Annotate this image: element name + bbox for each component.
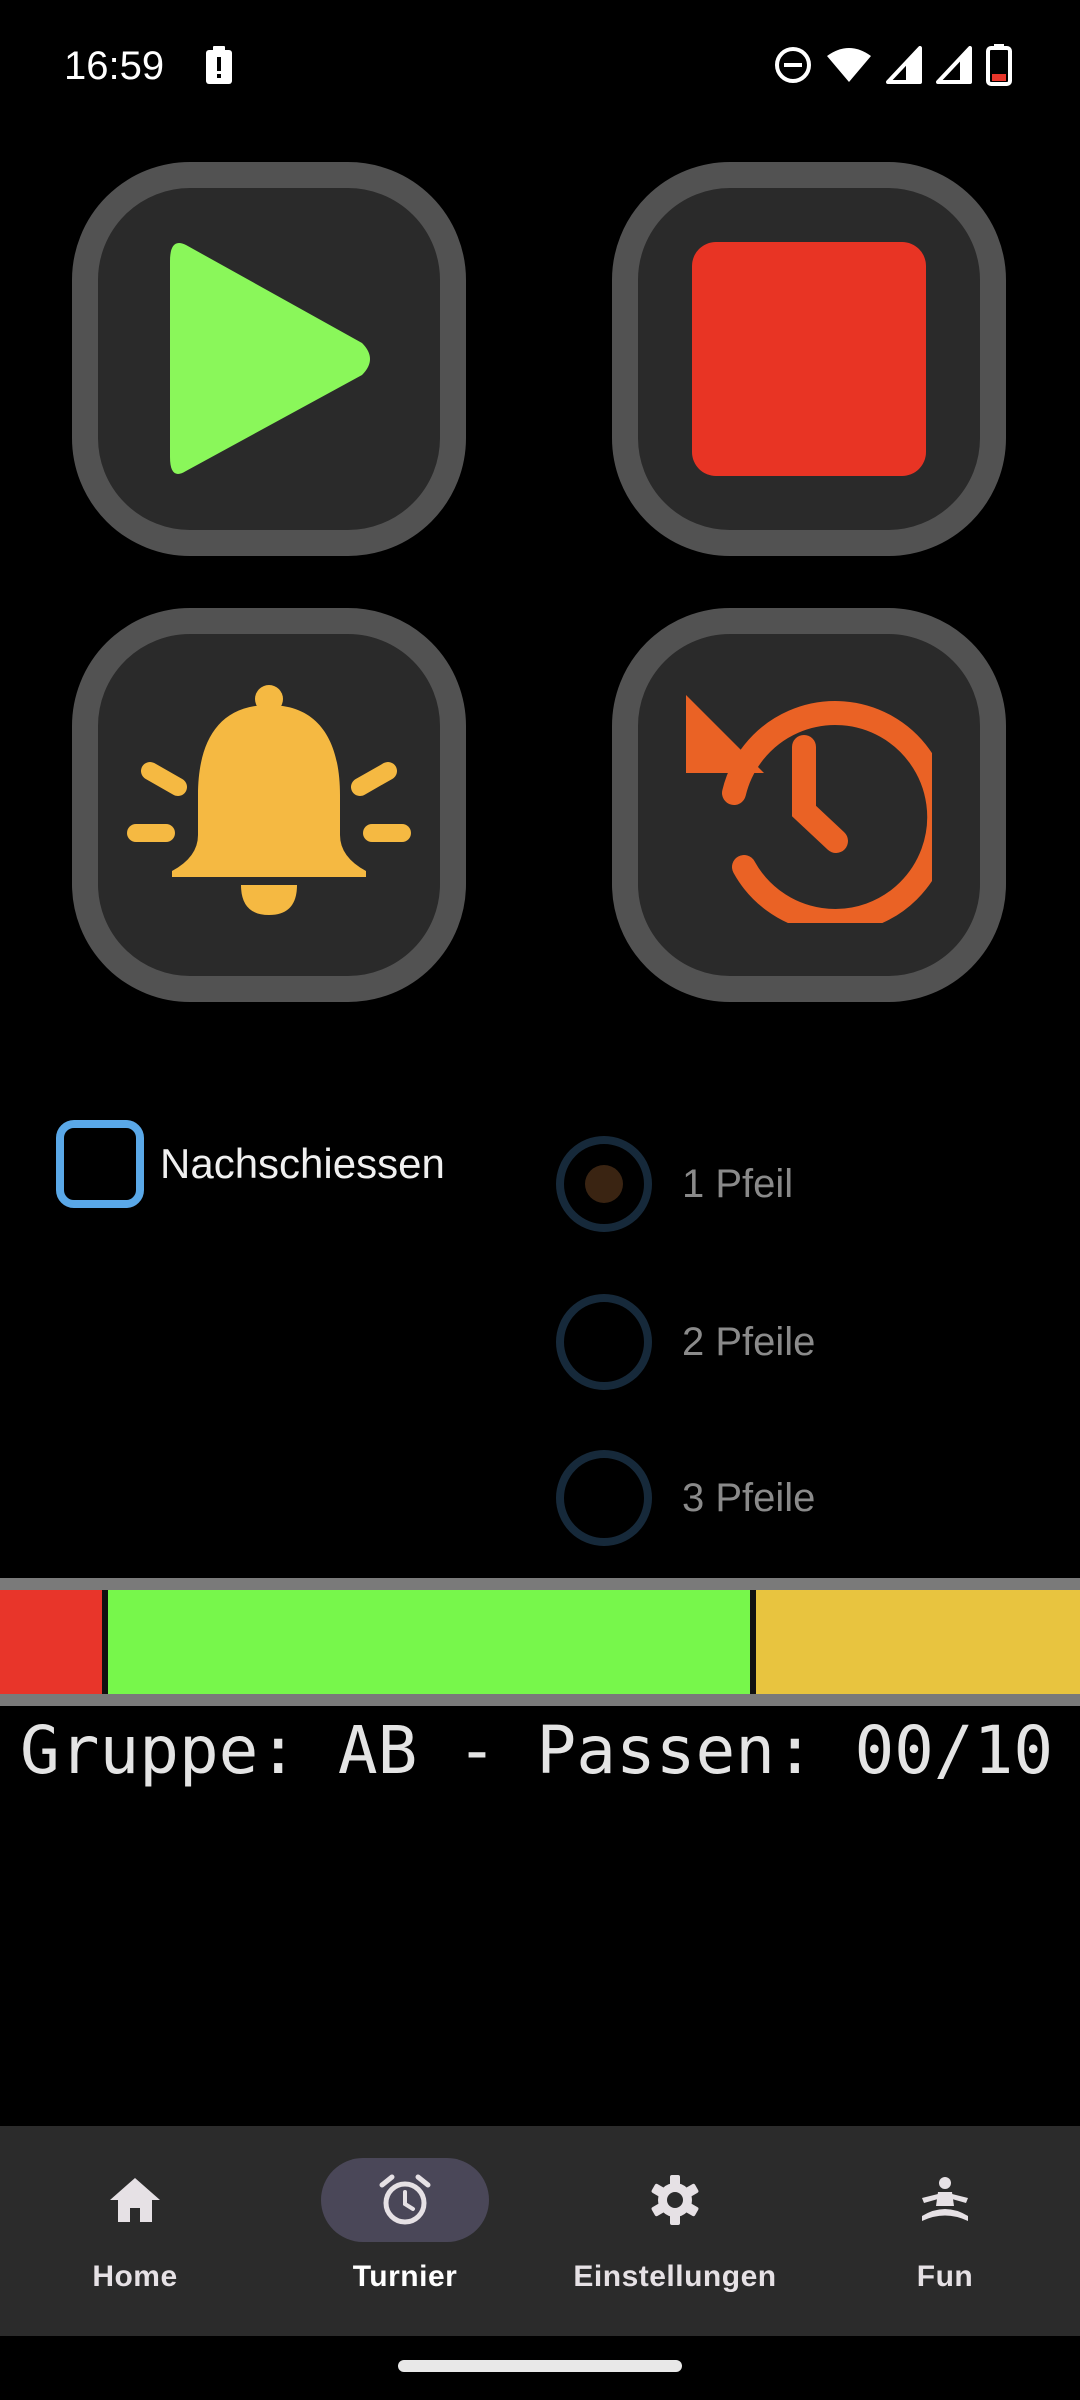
timer-segment-green [108,1590,750,1694]
alert-icon [206,46,232,84]
radio-1-pfeil[interactable]: 1 Pfeil [556,1136,793,1232]
status-time: 16:59 [64,44,165,88]
meditation-icon [922,2177,968,2221]
radio-3-pfeile[interactable]: 3 Pfeile [556,1450,815,1546]
app-screen: 16:59 Nachschiessen 1 Pfeil 2 Pfeile 3 P… [0,0,1080,2400]
signal-icon [886,46,922,84]
nav-icon-container [591,2158,759,2242]
checkbox-box[interactable] [56,1120,144,1208]
nav-icon-container [861,2158,1029,2242]
alarm-clock-icon [379,2174,431,2225]
nav-label-home: Home [92,2260,178,2293]
stop-icon [692,242,926,476]
status-icons [774,44,1012,86]
nav-label-turnier: Turnier [352,2260,458,2293]
nachschiessen-checkbox[interactable]: Nachschiessen [56,1120,445,1208]
nav-item-einstellungen[interactable]: Einstellungen [540,2126,810,2336]
radio-2-pfeile[interactable]: 2 Pfeile [556,1294,815,1390]
nav-item-home[interactable]: Home [0,2126,270,2336]
radio-dot [585,1165,623,1203]
status-bar: 16:59 [0,0,1080,140]
signal-icon [936,46,972,84]
nav-icon-container [51,2158,219,2242]
radio-button[interactable] [556,1450,652,1546]
reset-button[interactable] [612,608,1006,1002]
play-icon [170,243,370,474]
wifi-icon [827,48,871,82]
radio-button[interactable] [556,1294,652,1390]
nav-item-fun[interactable]: Fun [810,2126,1080,2336]
play-button[interactable] [72,162,466,556]
timer-bar [0,1578,1080,1706]
nav-item-turnier[interactable]: Turnier [270,2126,540,2336]
gear-icon [651,2175,699,2225]
timer-segment-yellow [756,1590,1080,1694]
nav-icon-container-active [321,2158,489,2242]
nav-label-einstellungen: Einstellungen [573,2260,777,2293]
bell-icon [127,685,411,915]
radio-label: 1 Pfeil [682,1161,794,1206]
radio-label: 2 Pfeile [682,1319,816,1364]
timer-segment-red [0,1590,102,1694]
do-not-disturb-icon [775,47,811,83]
bottom-navigation: Home Turnier Einstellungen Fun [0,2126,1080,2336]
bell-button[interactable] [72,608,466,1002]
checkbox-label: Nachschiessen [160,1140,445,1187]
home-gesture-bar[interactable] [398,2360,682,2372]
stop-button[interactable] [612,162,1006,556]
nav-label-fun: Fun [916,2260,974,2293]
group-status-text: Gruppe: AB - Passen: 00/10 [20,1712,1054,1789]
radio-label: 3 Pfeile [682,1475,816,1520]
battery-icon [986,44,1012,86]
history-icon [686,695,932,923]
radio-button-selected[interactable] [556,1136,652,1232]
home-icon [110,2178,160,2222]
